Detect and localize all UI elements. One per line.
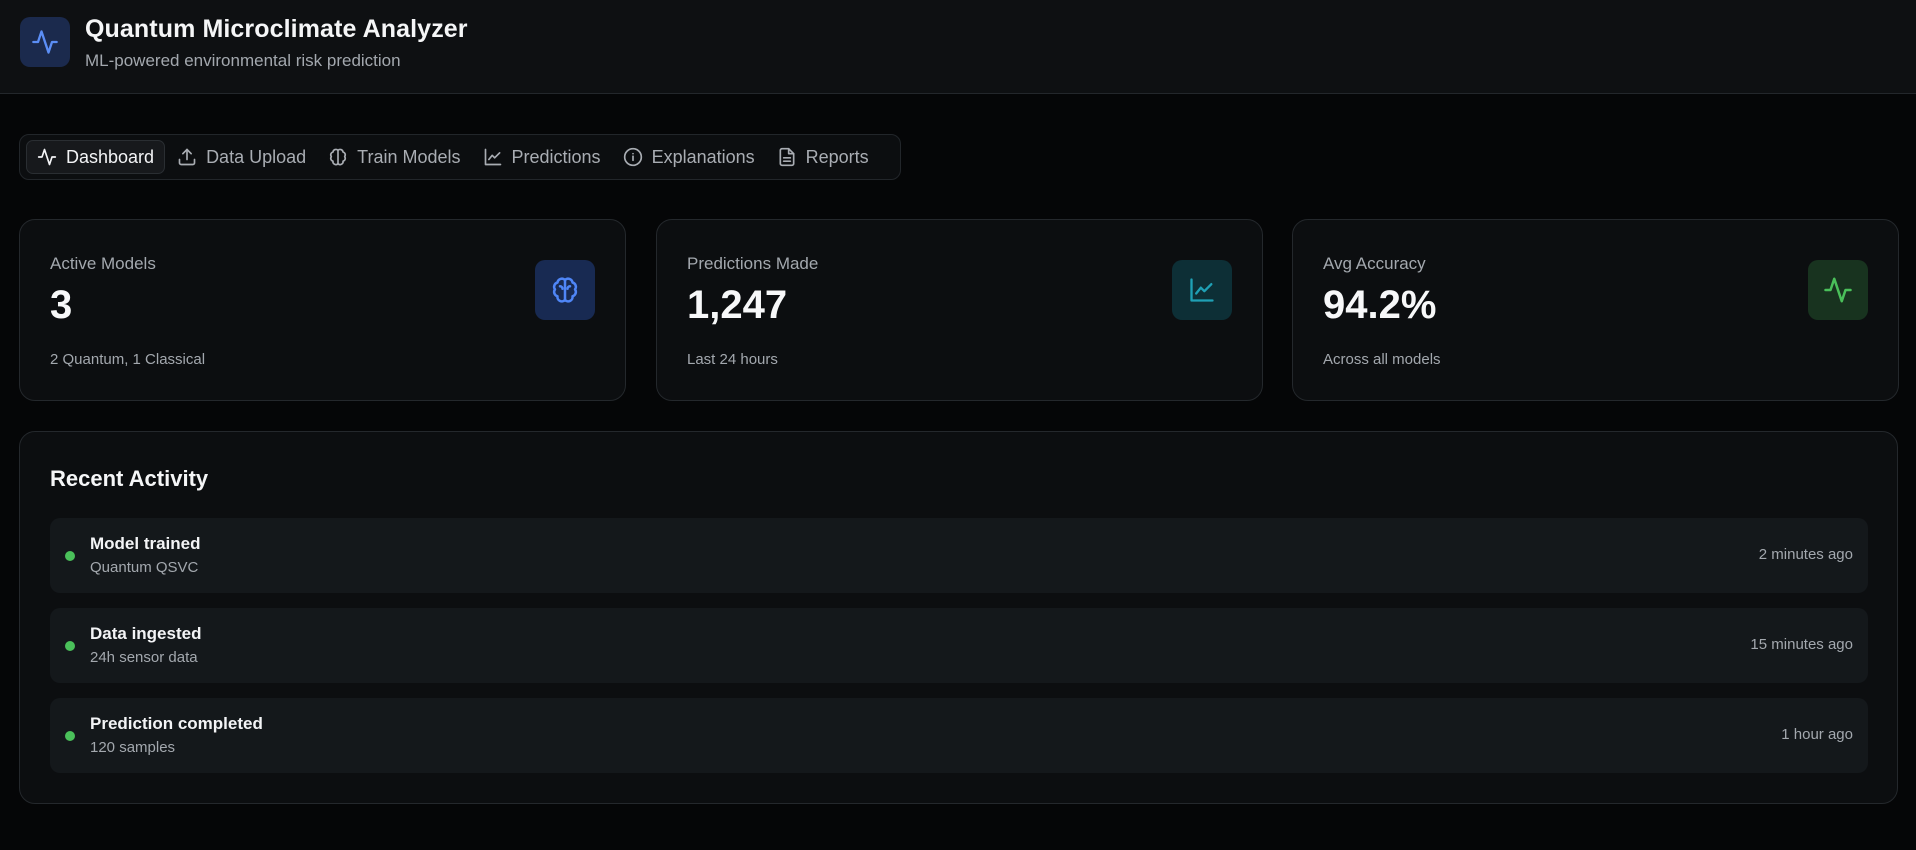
- tab-label: Explanations: [651, 146, 755, 167]
- tab-label: Data Upload: [206, 146, 307, 167]
- status-dot: [65, 641, 75, 651]
- stat-icon-box: [1808, 260, 1868, 320]
- tab-reports[interactable]: Reports: [767, 140, 879, 174]
- main-tabs: Dashboard Data Upload Train Models Predi…: [19, 134, 901, 180]
- tab-dashboard[interactable]: Dashboard: [26, 140, 166, 174]
- recent-activity-panel: Recent Activity Model trained Quantum QS…: [19, 431, 1898, 804]
- stat-sub: Last 24 hours: [687, 351, 778, 368]
- activity-item[interactable]: Data ingested 24h sensor data 15 minutes…: [50, 608, 1868, 683]
- status-dot: [65, 551, 75, 561]
- tab-label: Reports: [805, 146, 869, 167]
- tab-data-upload[interactable]: Data Upload: [167, 140, 316, 174]
- app-logo: [20, 17, 70, 67]
- activity-icon: [1824, 277, 1852, 303]
- upload-icon: [178, 148, 196, 166]
- activity-icon: [32, 30, 58, 54]
- activity-item[interactable]: Prediction completed 120 samples 1 hour …: [50, 698, 1868, 773]
- brain-icon: [330, 148, 347, 166]
- activity-item-subtitle: 120 samples: [90, 739, 176, 756]
- line-chart-icon: [484, 148, 501, 166]
- activity-item-time: 1 hour ago: [1781, 726, 1853, 743]
- activity-item-title: Prediction completed: [90, 714, 263, 733]
- stat-card-predictions-made: Predictions Made 1,247 Last 24 hours: [656, 219, 1263, 401]
- stat-icon-box: [1172, 260, 1232, 320]
- info-icon: [623, 147, 642, 167]
- recent-activity-title: Recent Activity: [50, 466, 209, 491]
- status-dot: [65, 731, 75, 741]
- activity-item[interactable]: Model trained Quantum QSVC 2 minutes ago: [50, 518, 1868, 593]
- activity-icon: [37, 148, 57, 166]
- stat-value: 3: [50, 283, 73, 327]
- activity-item-title: Data ingested: [90, 624, 202, 643]
- stat-card-active-models: Active Models 3 2 Quantum, 1 Classical: [19, 219, 626, 401]
- brain-icon: [552, 277, 578, 303]
- activity-item-time: 15 minutes ago: [1750, 636, 1853, 653]
- line-chart-icon: [1190, 278, 1214, 302]
- tab-predictions[interactable]: Predictions: [473, 140, 611, 174]
- tab-train-models[interactable]: Train Models: [318, 140, 470, 174]
- tab-label: Dashboard: [66, 146, 155, 167]
- tab-label: Train Models: [357, 146, 461, 167]
- app-header: Quantum Microclimate Analyzer ML-powered…: [0, 0, 1916, 94]
- activity-item-subtitle: Quantum QSVC: [90, 559, 199, 576]
- stat-card-avg-accuracy: Avg Accuracy 94.2% Across all models: [1292, 219, 1899, 401]
- stat-sub: 2 Quantum, 1 Classical: [50, 351, 206, 368]
- stat-value: 94.2%: [1323, 283, 1437, 327]
- stat-label: Predictions Made: [687, 254, 819, 273]
- stat-label: Avg Accuracy: [1323, 254, 1426, 273]
- activity-item-subtitle: 24h sensor data: [90, 649, 198, 666]
- stat-icon-box: [535, 260, 595, 320]
- tab-explanations[interactable]: Explanations: [613, 140, 765, 174]
- app-title: Quantum Microclimate Analyzer: [85, 15, 468, 43]
- activity-item-title: Model trained: [90, 534, 201, 553]
- file-text-icon: [779, 147, 795, 167]
- stat-value: 1,247: [687, 283, 788, 327]
- stat-label: Active Models: [50, 254, 156, 273]
- activity-item-time: 2 minutes ago: [1758, 546, 1853, 563]
- app-subtitle: ML-powered environmental risk prediction: [85, 51, 401, 70]
- stat-sub: Across all models: [1323, 351, 1441, 368]
- tab-label: Predictions: [511, 146, 601, 167]
